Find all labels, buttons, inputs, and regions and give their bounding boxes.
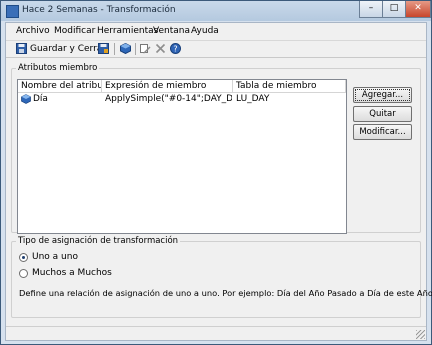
maximize-button[interactable]: □ [382,1,406,18]
attributes-grid[interactable]: Nombre del atributo Expresión de miembro… [17,79,347,234]
cell-attribute-name: Día [33,94,48,104]
app-window: Hace 2 Semanas - Transformación – □ ✕ Ar… [0,0,432,345]
member-attributes-legend: Atributos miembro [18,63,98,73]
toolbar-separator [135,43,136,55]
col-header-name[interactable]: Nombre del atributo [18,80,102,92]
member-attributes-group: Atributos miembro Nombre del atributo Ex… [11,63,421,234]
radio-one-to-one[interactable] [19,253,28,262]
mapping-description: Define una relación de asignación de uno… [19,288,432,298]
modify-button[interactable]: Modificar... [353,124,412,140]
radio-many-to-many[interactable] [19,269,28,278]
attribute-icon [21,94,31,104]
minimize-button[interactable]: – [359,1,383,18]
remove-button[interactable]: Quitar [353,106,412,122]
add-button[interactable]: Agregar... [353,87,412,103]
grid-header: Nombre del atributo Expresión de miembro… [18,80,346,93]
cell-member-expression: ApplySimple("#0-14";DAY_DATE) [105,94,232,104]
close-button[interactable]: ✕ [405,1,431,18]
menu-bar: Archivo Modificar Herramientas Ventana A… [6,24,426,39]
window-title: Hace 2 Semanas - Transformación [22,5,176,15]
mapping-type-group: Tipo de asignación de transformación Uno… [11,236,432,318]
col-header-expression[interactable]: Expresión de miembro [102,80,233,92]
save-icon[interactable] [98,43,109,54]
cell-member-table: LU_DAY [236,94,270,104]
toolbar: Guardar y Cerrar ? [6,40,426,58]
title-bar[interactable]: Hace 2 Semanas - Transformación – □ ✕ [1,1,431,21]
menu-modificar[interactable]: Modificar [54,26,95,36]
app-icon [6,5,19,18]
client-area: Archivo Modificar Herramientas Ventana A… [5,22,432,341]
menu-ayuda[interactable]: Ayuda [191,26,219,36]
resize-grip-icon[interactable] [416,330,425,339]
svg-text:?: ? [173,44,177,53]
menu-herramientas[interactable]: Herramientas [97,26,158,36]
radio-one-to-one-label[interactable]: Uno a uno [32,252,78,262]
table-row[interactable]: Día ApplySimple("#0-14";DAY_DATE) LU_DAY [18,93,346,105]
col-header-table[interactable]: Tabla de miembro [233,80,346,92]
edit-icon[interactable] [140,43,151,54]
radio-many-to-many-label[interactable]: Muchos a Muchos [32,268,112,278]
help-icon[interactable]: ? [170,43,181,54]
delete-icon[interactable] [155,43,166,54]
object-icon[interactable] [120,43,131,54]
save-close-button[interactable]: Guardar y Cerrar [30,44,106,54]
menu-archivo[interactable]: Archivo [16,26,50,36]
toolbar-separator [114,43,115,55]
save-close-icon[interactable] [16,43,27,54]
menu-ventana[interactable]: Ventana [153,26,190,36]
mapping-type-legend: Tipo de asignación de transformación [18,236,179,246]
status-bar [6,326,426,340]
